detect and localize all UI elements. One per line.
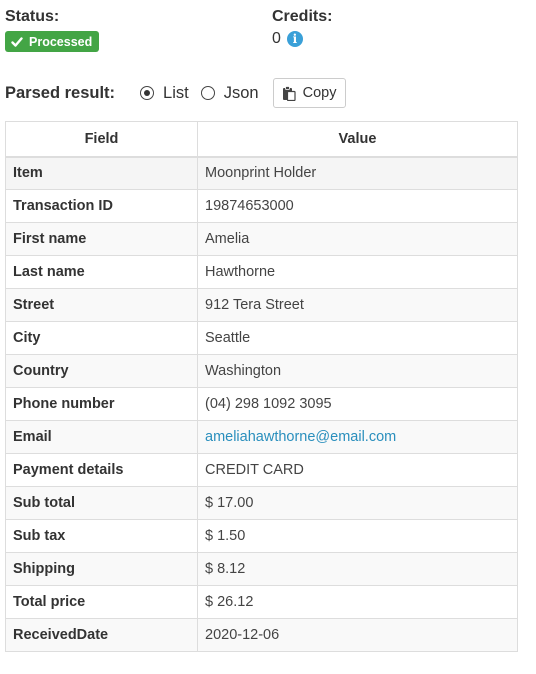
credits-value: 0 [272, 30, 281, 47]
table-row: Street 912 Tera Street [5, 288, 518, 322]
radio-json-label: Json [223, 83, 259, 102]
value-cell: $ 17.00 [197, 486, 518, 520]
value-cell: Seattle [197, 321, 518, 355]
table-row: Item Moonprint Holder [5, 156, 518, 190]
value-cell: Moonprint Holder [197, 156, 518, 190]
field-cell: Street [5, 288, 198, 322]
table-row: Email ameliahawthorne@email.com [5, 420, 518, 454]
table-row: Country Washington [5, 354, 518, 388]
field-cell: Sub tax [5, 519, 198, 553]
value-cell: ameliahawthorne@email.com [197, 420, 518, 454]
field-cell: Last name [5, 255, 198, 289]
field-cell: Email [5, 420, 198, 454]
table-row: Payment details CREDIT CARD [5, 453, 518, 487]
value-cell: Hawthorne [197, 255, 518, 289]
table-row: Last name Hawthorne [5, 255, 518, 289]
status-badge-text: Processed [29, 34, 93, 49]
value-cell: Washington [197, 354, 518, 388]
parsed-result-table: Field Value Item Moonprint Holder Transa… [5, 121, 518, 652]
radio-json-circle[interactable] [200, 86, 215, 100]
table-row: Sub total $ 17.00 [5, 486, 518, 520]
credits-value-row: 0 i [272, 30, 332, 48]
field-cell: Sub total [5, 486, 198, 520]
table-row: Transaction ID 19874653000 [5, 189, 518, 223]
field-cell: Total price [5, 585, 198, 619]
status-section: Status: Processed [5, 7, 100, 53]
value-cell: $ 26.12 [197, 585, 518, 619]
field-cell: Payment details [5, 453, 198, 487]
check-icon [11, 36, 23, 47]
value-cell: CREDIT CARD [197, 453, 518, 487]
field-cell: Item [5, 156, 198, 190]
radio-list-circle[interactable] [140, 86, 155, 100]
parsed-result-row: Parsed result: List Json Copy [5, 77, 347, 109]
field-cell: ReceivedDate [5, 618, 198, 652]
copy-button[interactable]: Copy [272, 78, 347, 108]
info-icon[interactable]: i [286, 31, 303, 47]
field-cell: Shipping [5, 552, 198, 586]
value-cell: Amelia [197, 222, 518, 256]
field-column-header: Field [5, 121, 198, 158]
radio-list-label: List [163, 83, 189, 102]
value-cell: $ 8.12 [197, 552, 518, 586]
table-row: Phone number (04) 298 1092 3095 [5, 387, 518, 421]
table-row: Shipping $ 8.12 [5, 552, 518, 586]
value-cell: $ 1.50 [197, 519, 518, 553]
value-cell: 912 Tera Street [197, 288, 518, 322]
field-cell: Transaction ID [5, 189, 198, 223]
field-cell: Phone number [5, 387, 198, 421]
radio-list[interactable]: List [140, 84, 189, 103]
value-cell: (04) 298 1092 3095 [197, 387, 518, 421]
table-row: Sub tax $ 1.50 [5, 519, 518, 553]
credits-label: Credits: [272, 8, 333, 25]
copy-button-label: Copy [302, 85, 337, 101]
table-header-row: Field Value [5, 121, 518, 158]
parsed-result-label: Parsed result: [5, 83, 116, 102]
clipboard-icon [282, 85, 296, 101]
value-cell: 19874653000 [197, 189, 518, 223]
field-cell: First name [5, 222, 198, 256]
table-row: First name Amelia [5, 222, 518, 256]
status-badge: Processed [5, 31, 100, 52]
radio-json[interactable]: Json [200, 83, 259, 103]
table-row: Total price $ 26.12 [5, 585, 518, 619]
field-cell: Country [5, 354, 198, 388]
email-link[interactable]: ameliahawthorne@email.com [205, 429, 396, 445]
value-column-header: Value [197, 121, 518, 158]
field-cell: City [5, 321, 198, 355]
credits-section: Credits: 0 i [272, 7, 332, 48]
status-label: Status: [5, 8, 60, 25]
value-cell: 2020-12-06 [197, 618, 518, 652]
table-row: City Seattle [5, 321, 518, 355]
table-row: ReceivedDate 2020-12-06 [5, 618, 518, 652]
